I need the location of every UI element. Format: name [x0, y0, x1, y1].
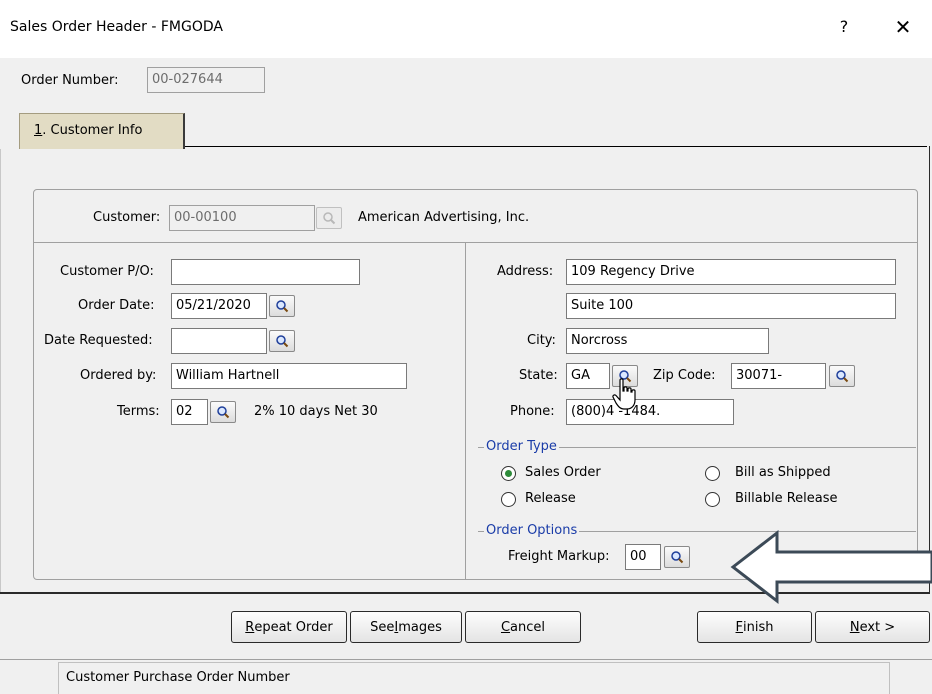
- finish-rest: inish: [743, 619, 774, 635]
- terms-input[interactable]: 02: [171, 399, 208, 425]
- images-rest: mages: [398, 619, 442, 635]
- terms-lookup-button[interactable]: [210, 401, 236, 423]
- next-accel: N: [849, 619, 860, 635]
- status-bar: Customer Purchase Order Number: [58, 662, 890, 694]
- order-number-label: Order Number:: [21, 73, 119, 88]
- ordered-by-input[interactable]: William Hartnell: [171, 363, 407, 389]
- callout-arrow-icon: [730, 530, 932, 605]
- next-rest: ext >: [859, 619, 896, 635]
- order-date-label: Order Date:: [78, 298, 155, 313]
- zip-code-lookup-button[interactable]: [829, 365, 855, 387]
- customer-po-label: Customer P/O:: [60, 264, 154, 279]
- customer-label: Customer:: [93, 210, 161, 225]
- city-label: City:: [527, 333, 556, 348]
- date-requested-label: Date Requested:: [44, 333, 153, 348]
- order-options-title: Order Options: [484, 523, 580, 538]
- terms-label: Terms:: [117, 404, 160, 419]
- date-requested-input[interactable]: [171, 328, 267, 354]
- customer-po-input[interactable]: [171, 259, 360, 285]
- state-input[interactable]: GA: [566, 363, 610, 389]
- magnifier-icon: [671, 551, 684, 564]
- billable-release-label[interactable]: Billable Release: [735, 491, 838, 506]
- bill-as-shipped-label[interactable]: Bill as Shipped: [735, 465, 831, 480]
- zip-code-label: Zip Code:: [653, 368, 716, 383]
- hand-pointer-cursor-icon: [612, 378, 636, 410]
- freight-markup-label: Freight Markup:: [508, 549, 610, 564]
- release-label[interactable]: Release: [525, 491, 576, 506]
- magnifier-icon: [323, 212, 336, 225]
- see-images-button[interactable]: See Images: [350, 611, 462, 643]
- tab-label: . Customer Info: [42, 123, 143, 138]
- help-button[interactable]: ?: [832, 15, 856, 39]
- customer-id-field: 00-00100: [169, 205, 315, 231]
- order-type-title: Order Type: [484, 439, 559, 454]
- radio-sales-order[interactable]: [501, 466, 516, 481]
- freight-markup-lookup-button[interactable]: [664, 546, 690, 568]
- radio-sales-order-wrap[interactable]: [501, 466, 516, 481]
- radio-billable-release[interactable]: [705, 492, 720, 507]
- status-bar-divider: [0, 659, 932, 660]
- cancel-button[interactable]: Cancel: [465, 611, 581, 643]
- cancel-rest: ancel: [510, 619, 546, 635]
- cancel-accel: C: [500, 619, 511, 635]
- order-date-lookup-button[interactable]: [269, 295, 295, 317]
- content-border-right: [929, 146, 930, 593]
- address-line2-input[interactable]: Suite 100: [566, 293, 896, 319]
- tab-divider: [185, 146, 927, 147]
- images-pre: See: [370, 619, 395, 635]
- magnifier-icon: [836, 370, 849, 383]
- radio-release-wrap[interactable]: [501, 492, 516, 507]
- finish-accel: F: [735, 619, 743, 635]
- magnifier-icon: [217, 406, 230, 419]
- content-border-left: [0, 149, 1, 593]
- zip-code-input[interactable]: 30071-: [731, 363, 826, 389]
- city-input[interactable]: Norcross: [566, 328, 769, 354]
- magnifier-icon: [276, 335, 289, 348]
- address-label: Address:: [497, 264, 554, 279]
- order-number-field: 00-027644: [147, 67, 265, 93]
- radio-release[interactable]: [501, 492, 516, 507]
- customer-name: American Advertising, Inc.: [358, 210, 530, 225]
- column-divider: [465, 243, 466, 579]
- terms-description: 2% 10 days Net 30: [254, 404, 378, 419]
- order-date-input[interactable]: 05/21/2020: [171, 293, 267, 319]
- phone-label: Phone:: [510, 404, 555, 419]
- customer-lookup-button: [316, 207, 342, 229]
- tab-customer-info[interactable]: 1. Customer Info: [19, 113, 185, 149]
- radio-bill-as-shipped[interactable]: [705, 466, 720, 481]
- window-title: Sales Order Header - FMGODA: [10, 19, 223, 35]
- date-requested-lookup-button[interactable]: [269, 330, 295, 352]
- radio-billable-release-wrap[interactable]: [705, 492, 720, 507]
- repeat-rest: epeat Order: [254, 619, 333, 635]
- next-button[interactable]: Next >: [815, 611, 930, 643]
- customer-row-divider: [34, 242, 917, 243]
- address-line1-input[interactable]: 109 Regency Drive: [566, 259, 896, 285]
- close-button[interactable]: ✕: [888, 14, 918, 40]
- repeat-accel: R: [245, 619, 255, 635]
- finish-button[interactable]: Finish: [697, 611, 812, 643]
- magnifier-icon: [276, 300, 289, 313]
- radio-bill-as-shipped-wrap[interactable]: [705, 466, 720, 481]
- sales-order-label[interactable]: Sales Order: [525, 465, 601, 480]
- ordered-by-label: Ordered by:: [80, 368, 157, 383]
- repeat-order-button[interactable]: Repeat Order: [231, 611, 347, 643]
- state-label: State:: [519, 368, 558, 383]
- freight-markup-input[interactable]: 00: [625, 544, 661, 570]
- phone-input[interactable]: (800)4 -1484.: [566, 399, 734, 425]
